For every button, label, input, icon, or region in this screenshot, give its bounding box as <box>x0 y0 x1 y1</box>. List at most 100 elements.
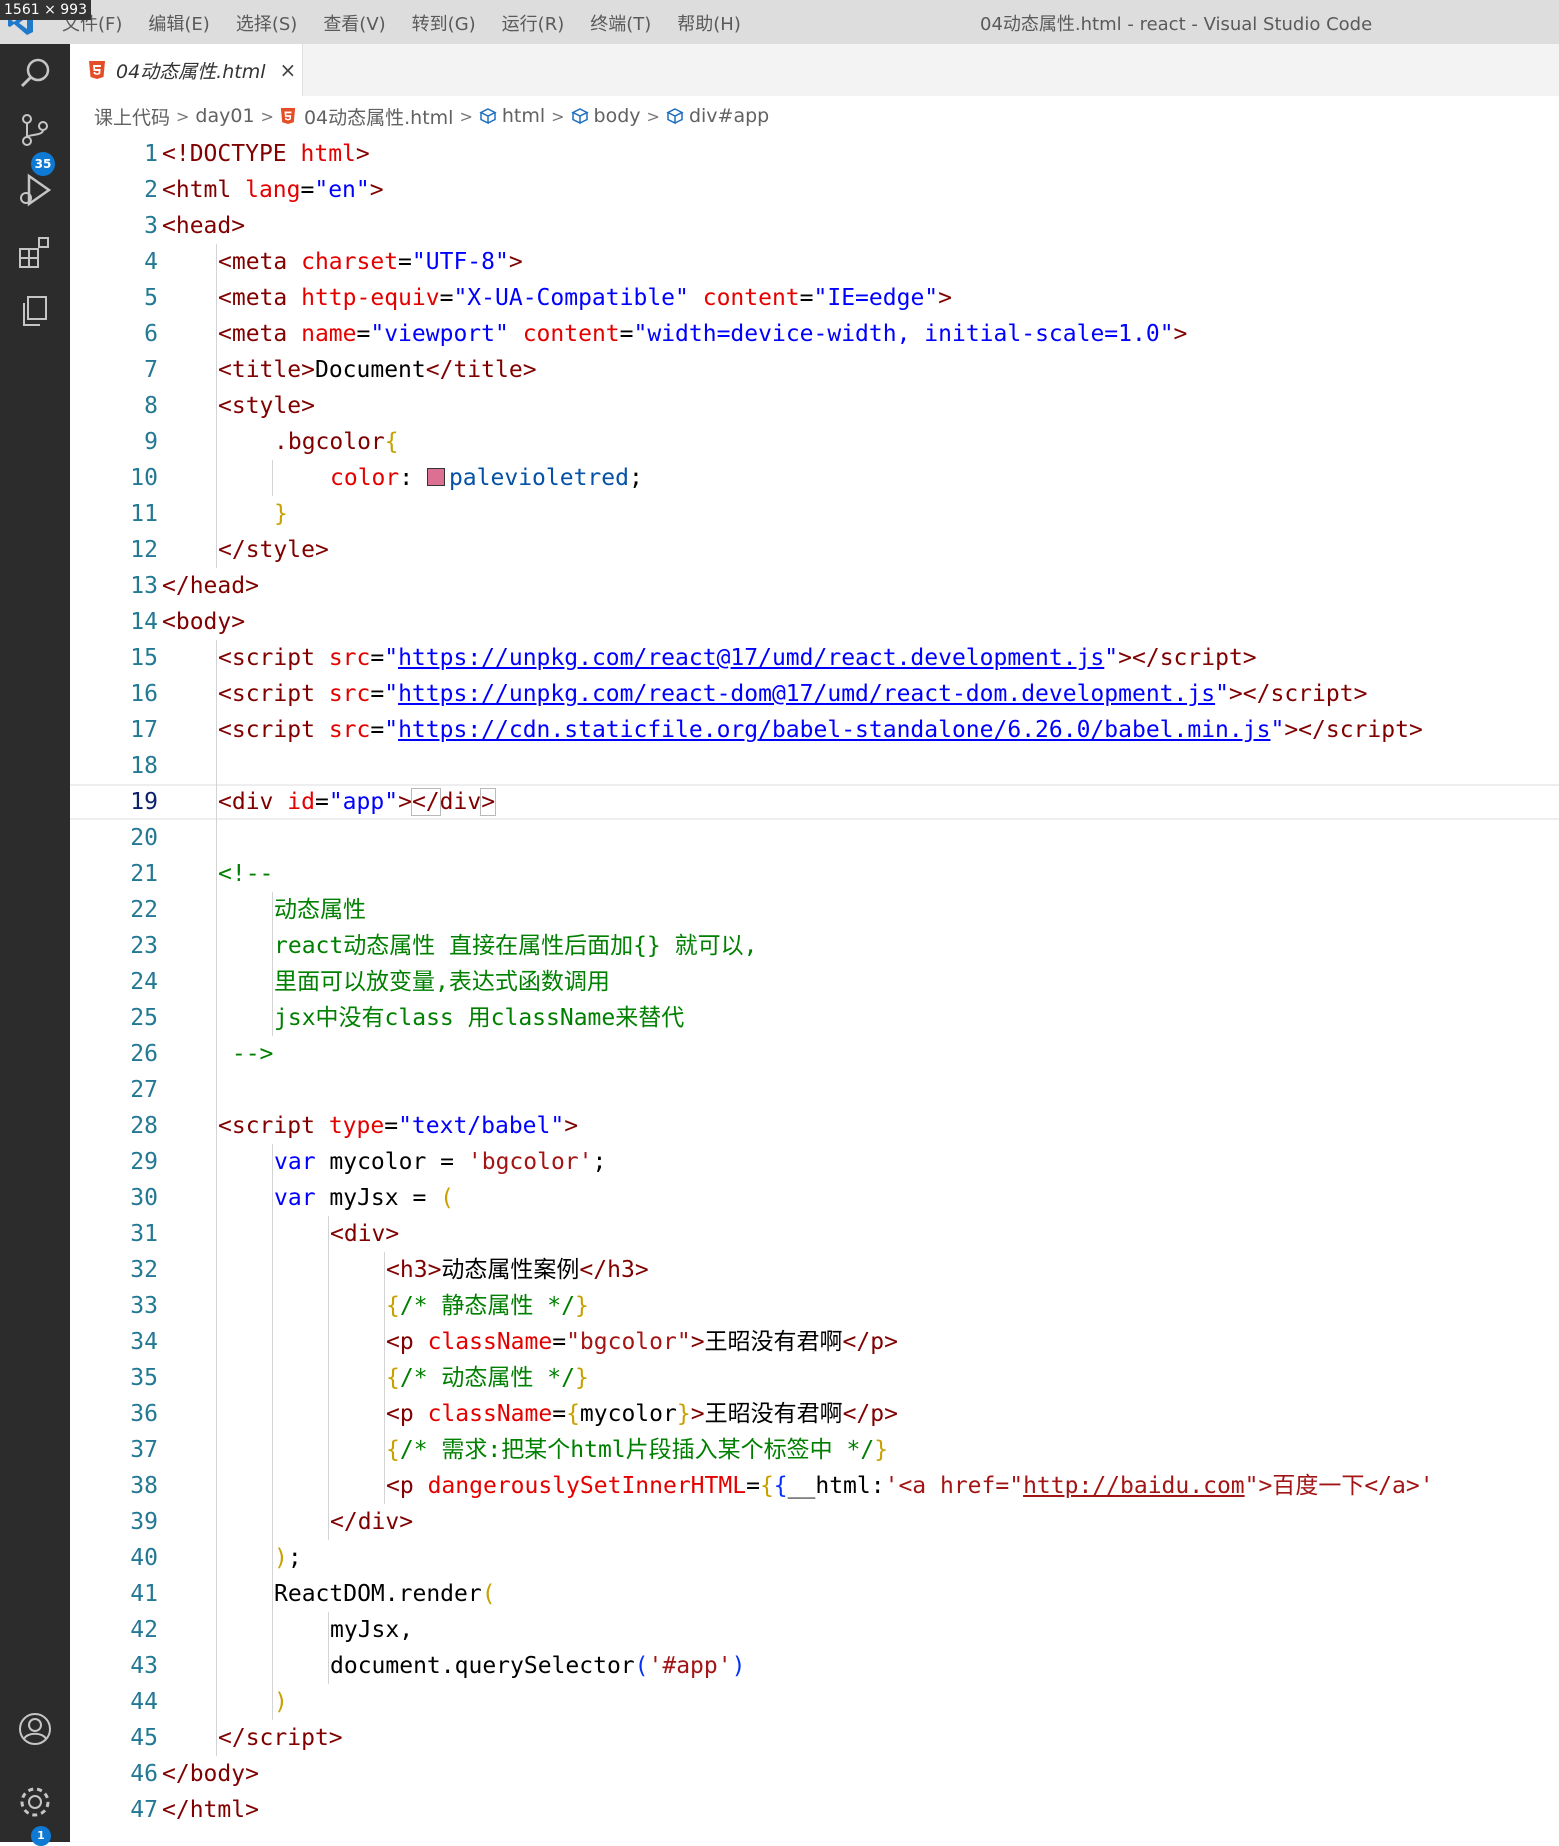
line-number: 6 <box>144 321 158 347</box>
code-token: < <box>218 789 232 815</box>
code-line[interactable]: 30 var myJsx = ( <box>70 1180 1559 1216</box>
code-line[interactable]: 43 document.querySelector('#app') <box>70 1648 1559 1684</box>
code-line[interactable]: 15 <script src="https://unpkg.com/react@1… <box>70 640 1559 676</box>
code-line[interactable]: 33 {/* 静态属性 */} <box>70 1288 1559 1324</box>
code-line[interactable]: 45 </script> <box>70 1720 1559 1756</box>
code-line[interactable]: 18 <box>70 748 1559 784</box>
code-line[interactable]: 9 .bgcolor{ <box>70 424 1559 460</box>
code-token: head <box>189 573 246 599</box>
breadcrumb-file[interactable]: 04动态属性.html <box>280 103 453 130</box>
code-text: <meta charset="UTF-8"> <box>218 244 523 280</box>
code-line[interactable]: 27 <box>70 1072 1559 1108</box>
code-line[interactable]: 23 react动态属性 直接在属性后面加{} 就可以, <box>70 928 1559 964</box>
code-token: 'bgcolor' <box>467 1149 593 1175</box>
menu-item[interactable]: 转到(G) <box>412 10 476 36</box>
code-line[interactable]: 41 ReactDOM.render( <box>70 1576 1559 1612</box>
code-line[interactable]: 13 </head> <box>70 568 1559 604</box>
code-line[interactable]: 32 <h3>动态属性案例</h3> <box>70 1252 1559 1288</box>
code-line[interactable]: 17 <script src="https://cdn.staticfile.or… <box>70 712 1559 748</box>
code-text: ReactDOM.render( <box>274 1576 496 1612</box>
code-line[interactable]: 6 <meta name="viewport" content="width=de… <box>70 316 1559 352</box>
code-line[interactable]: 47 </html> <box>70 1792 1559 1828</box>
code-line[interactable]: 12 </style> <box>70 532 1559 568</box>
code-line[interactable]: 29 var mycolor = 'bgcolor'; <box>70 1144 1559 1180</box>
line-number: 17 <box>130 717 158 743</box>
code-line[interactable]: 31 <div> <box>70 1216 1559 1252</box>
code-token: </ <box>218 537 246 563</box>
menu-item[interactable]: 终端(T) <box>590 10 651 36</box>
code-line[interactable]: 21 <!-- <box>70 856 1559 892</box>
code-line[interactable]: 28 <script type="text/babel"> <box>70 1108 1559 1144</box>
code-line[interactable]: 24 里面可以放变量,表达式函数调用 <box>70 964 1559 1000</box>
line-number: 18 <box>130 753 158 779</box>
breadcrumb-folder-day01[interactable]: day01 <box>195 105 254 127</box>
code-line[interactable]: 7 <title>Document</title> <box>70 352 1559 388</box>
source-control-icon[interactable] <box>15 110 55 150</box>
code-line[interactable]: 39 </div> <box>70 1504 1559 1540</box>
code-token: > <box>385 1221 400 1247</box>
line-number: 29 <box>130 1149 158 1175</box>
menu-item[interactable]: 选择(S) <box>236 10 297 36</box>
code-line[interactable]: 44) <box>70 1684 1559 1720</box>
menu-item[interactable]: 查看(V) <box>323 10 385 36</box>
code-line[interactable]: 16 <script src="https://unpkg.com/react-d… <box>70 676 1559 712</box>
indent-guide <box>272 1144 273 1720</box>
menu-item[interactable]: 编辑(E) <box>148 10 209 36</box>
code-line[interactable]: 4 <meta charset="UTF-8"> <box>70 244 1559 280</box>
code-text: <meta name="viewport" content="width=dev… <box>218 316 1187 352</box>
code-token: charset <box>301 249 399 275</box>
code-token: p <box>399 1473 414 1499</box>
code-token: " <box>1104 645 1119 671</box>
account-icon[interactable] <box>15 1709 55 1749</box>
breadcrumb-folder-course-code[interactable]: 课上代码 <box>94 103 170 130</box>
code-text: <html lang="en"> <box>162 172 384 208</box>
extensions-icon[interactable] <box>15 232 55 272</box>
code-token: style <box>231 393 302 419</box>
code-line[interactable]: 1 <!DOCTYPE html> <box>70 136 1559 172</box>
code-editor[interactable]: 1 <!DOCTYPE html> 2 <html lang="en"> 3 <head>… <box>70 136 1559 1842</box>
breadcrumb-body[interactable]: body <box>570 105 641 127</box>
code-line[interactable]: 8 <style> <box>70 388 1559 424</box>
line-number: 20 <box>130 825 158 851</box>
code-line[interactable]: 10 color: palevioletred; <box>70 460 1559 496</box>
code-line[interactable]: 40); <box>70 1540 1559 1576</box>
settings-gear-icon[interactable] <box>15 1782 55 1822</box>
breadcrumb-html[interactable]: html <box>479 105 545 127</box>
code-line[interactable]: 37 {/* 需求:把某个html片段插入某个标签中 */} <box>70 1432 1559 1468</box>
code-line[interactable]: 14 <body> <box>70 604 1559 640</box>
code-line[interactable]: 25 jsx中没有class 用className来替代 <box>70 1000 1559 1036</box>
code-token: < <box>218 321 232 347</box>
search-icon[interactable] <box>15 54 55 94</box>
code-token: </ <box>842 1401 871 1427</box>
breadcrumb-div-app[interactable]: div#app <box>666 105 769 127</box>
code-line[interactable]: 34 <p className="bgcolor">王昭没有君啊</p> <box>70 1324 1559 1360</box>
code-line[interactable]: 5 <meta http-equiv="X-UA-Compatible" cont… <box>70 280 1559 316</box>
menu-item[interactable]: 帮助(H) <box>677 10 741 36</box>
code-line[interactable]: 35 {/* 动态属性 */} <box>70 1360 1559 1396</box>
remote-explorer-icon[interactable] <box>15 292 55 332</box>
code-text: </body> <box>162 1756 259 1792</box>
code-line[interactable]: 38 <p dangerouslySetInnerHTML={{__html:'<… <box>70 1468 1559 1504</box>
code-line[interactable]: 2 <html lang="en"> <box>70 172 1559 208</box>
code-token: : <box>399 465 427 491</box>
code-line[interactable]: 19 <div id="app"></div> <box>70 784 1559 820</box>
code-token: ) <box>274 1689 288 1715</box>
code-line[interactable]: 36 <p className={mycolor}>王昭没有君啊</p> <box>70 1396 1559 1432</box>
code-token: < <box>218 1113 232 1139</box>
code-line[interactable]: 42 myJsx, <box>70 1612 1559 1648</box>
code-line[interactable]: 20 <box>70 820 1559 856</box>
tab-04-dynamic-attributes[interactable]: 04动态属性.html × <box>70 44 303 96</box>
tab-close-icon[interactable]: × <box>280 58 297 82</box>
code-line[interactable]: 26 --> <box>70 1036 1559 1072</box>
code-token: /* 需求:把某个html片段插入某个标签中 */ <box>399 1437 875 1463</box>
color-swatch-icon[interactable] <box>426 468 445 486</box>
code-line[interactable]: 3 <head> <box>70 208 1559 244</box>
code-line[interactable]: 22 动态属性 <box>70 892 1559 928</box>
code-line[interactable]: 11} <box>70 496 1559 532</box>
indent-guide <box>384 1252 385 1504</box>
menu-item[interactable]: 运行(R) <box>502 10 565 36</box>
code-token: < <box>218 717 232 743</box>
code-line[interactable]: 46 </body> <box>70 1756 1559 1792</box>
run-debug-icon[interactable] <box>15 170 55 210</box>
